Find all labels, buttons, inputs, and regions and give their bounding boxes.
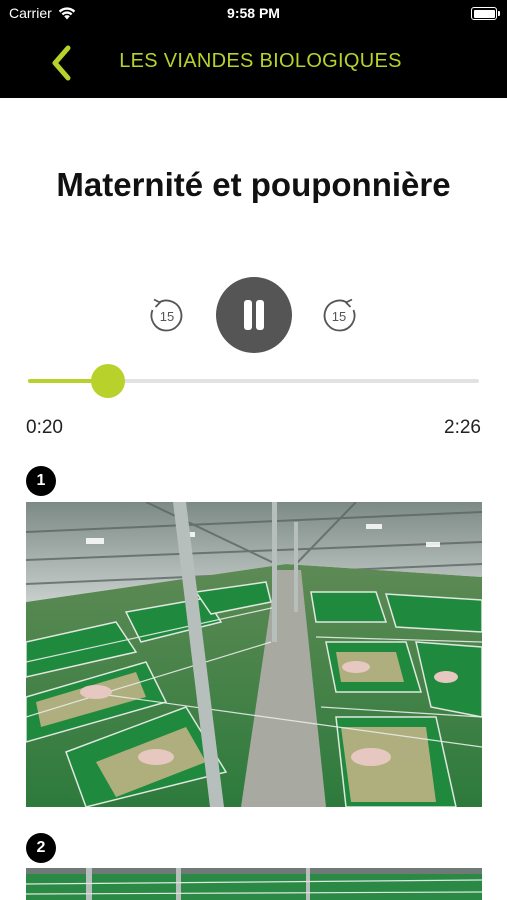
status-time: 9:58 PM: [227, 5, 280, 21]
barn-illustration: [26, 502, 482, 807]
player-controls: 15 15: [0, 277, 507, 353]
farrowing-barn-photo: [26, 502, 482, 807]
nav-title: LES VIANDES BIOLOGIQUES: [119, 50, 402, 72]
skip-forward-label: 15: [332, 309, 346, 324]
step-badge: 2: [26, 833, 56, 863]
battery-icon: [471, 7, 500, 20]
total-time: 2:26: [444, 417, 481, 438]
skip-back-15-icon[interactable]: 15: [147, 296, 185, 334]
pause-button[interactable]: [216, 277, 292, 353]
pause-icon-left-bar: [244, 300, 252, 330]
pause-icon-right-bar: [256, 300, 264, 330]
barn-photo-2: [26, 868, 482, 900]
current-time: 0:20: [26, 417, 63, 438]
barn-illustration-2: [26, 868, 482, 900]
slider-thumb[interactable]: [90, 364, 125, 398]
status-bar: Carrier 9:58 PM: [0, 0, 507, 28]
step-badge: 1: [26, 466, 56, 496]
skip-forward-15-icon[interactable]: 15: [321, 296, 359, 334]
skip-back-label: 15: [160, 309, 174, 324]
progress-slider[interactable]: [28, 364, 479, 398]
nav-bar: LES VIANDES BIOLOGIQUES: [0, 28, 507, 98]
page-title: Maternité et pouponnière: [56, 166, 451, 203]
